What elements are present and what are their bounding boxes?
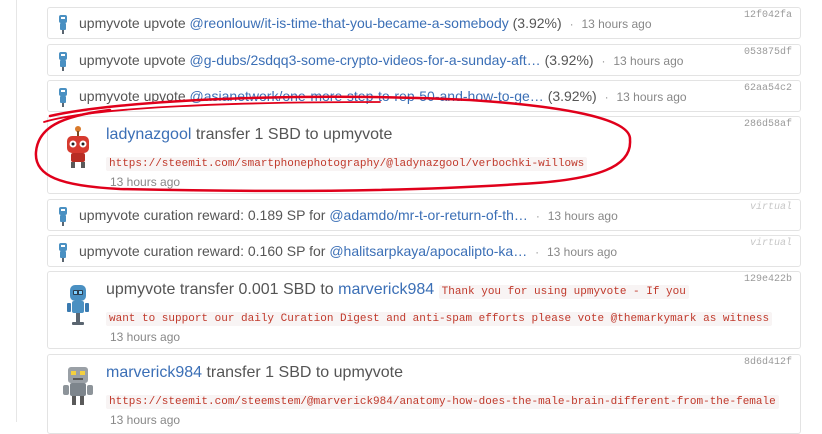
curation-text: curation reward: 0.160 SP for [143, 243, 326, 259]
list-item: upmyvote upvote @asianetwork/one-more-st… [47, 80, 801, 112]
timestamp[interactable]: 13 hours ago [110, 330, 180, 344]
robot-avatar-icon[interactable] [56, 50, 70, 72]
transfer-text: transfer 0.001 SBD to [179, 281, 334, 298]
timestamp[interactable]: 13 hours ago [613, 54, 683, 68]
sender-name[interactable]: upmyvote [106, 281, 175, 298]
sidebar-divider [16, 0, 17, 422]
post-link[interactable]: @g-dubs/2sdqq3-some-crypto-videos-for-a-… [190, 52, 541, 68]
vote-percent: (3.92%) [544, 52, 594, 68]
post-link[interactable]: @adamdo/mr-t-or-return-of-th… [329, 207, 528, 223]
transaction-id: virtual [749, 238, 792, 249]
timestamp[interactable]: 13 hours ago [110, 175, 180, 189]
transfer-memo: https://steemit.com/smartphonephotograph… [106, 157, 588, 171]
sender-link[interactable]: marverick984 [106, 364, 202, 381]
transfer-memo-continued: want to support our daily Curation Diges… [106, 312, 773, 326]
transfer-memo: Thank you for using upmyvote - If you [438, 285, 689, 299]
action-verb: upvote [143, 88, 186, 104]
timestamp[interactable]: 13 hours ago [581, 17, 651, 31]
list-item: upmyvote transfer 0.001 SBD to marverick… [47, 271, 801, 349]
list-item: upmyvote upvote @g-dubs/2sdqq3-some-cryp… [47, 44, 801, 76]
vote-percent: (3.92%) [547, 88, 597, 104]
timestamp[interactable]: 13 hours ago [547, 245, 617, 259]
list-item: ladynazgool transfer 1 SBD to upmyvote h… [47, 116, 801, 194]
timestamp[interactable]: 13 hours ago [110, 413, 180, 427]
vote-percent: (3.92%) [512, 15, 562, 31]
robot-avatar-icon[interactable] [56, 205, 70, 227]
recipient-link[interactable]: marverick984 [338, 281, 434, 298]
post-link[interactable]: @asianetwork/one-more-step-to-rep-50-and… [190, 88, 544, 104]
transaction-id[interactable]: 62aa54c2 [744, 83, 792, 94]
actor-name: upmyvote [79, 88, 140, 104]
transaction-id[interactable]: 8d6d412f [744, 357, 792, 368]
timestamp[interactable]: 13 hours ago [548, 209, 618, 223]
separator-dot: · [601, 54, 606, 68]
action-verb: upvote [143, 52, 186, 68]
transaction-id[interactable]: 12f042fa [744, 10, 792, 21]
post-link[interactable]: @halitsarpkaya/apocalipto-ka… [329, 243, 527, 259]
list-item: upmyvote curation reward: 0.189 SP for @… [47, 199, 801, 231]
transaction-id: virtual [749, 202, 792, 213]
transfer-memo: https://steemit.com/steemstem/@marverick… [106, 395, 779, 409]
curation-text: curation reward: 0.189 SP for [143, 207, 326, 223]
post-link[interactable]: @reonlouw/it-is-time-that-you-became-a-s… [190, 15, 509, 31]
separator-dot: · [569, 17, 574, 31]
transaction-id[interactable]: 053875df [744, 47, 792, 58]
actor-name: upmyvote [79, 52, 140, 68]
robot-avatar-icon[interactable] [56, 13, 70, 35]
robot-avatar-icon[interactable] [56, 241, 70, 263]
transfer-text: transfer 1 SBD to [195, 126, 319, 143]
robot-avatar-icon[interactable] [58, 282, 98, 326]
actor-name: upmyvote [79, 207, 140, 223]
list-item: marverick984 transfer 1 SBD to upmyvote … [47, 354, 801, 434]
transfer-text: transfer 1 SBD to [206, 364, 330, 381]
transaction-id[interactable]: 286d58af [744, 119, 792, 130]
actor-name: upmyvote [79, 15, 140, 31]
actor-name: upmyvote [79, 243, 140, 259]
recipient-name[interactable]: upmyvote [323, 126, 392, 143]
robot-avatar-icon[interactable] [58, 363, 98, 407]
sender-link[interactable]: ladynazgool [106, 126, 191, 143]
action-verb: upvote [143, 15, 186, 31]
transaction-id[interactable]: 129e422b [744, 274, 792, 285]
list-item: upmyvote upvote @reonlouw/it-is-time-tha… [47, 7, 801, 39]
list-item: upmyvote curation reward: 0.160 SP for @… [47, 235, 801, 267]
robot-avatar-icon[interactable] [56, 86, 70, 108]
recipient-name[interactable]: upmyvote [334, 364, 403, 381]
robot-avatar-icon[interactable] [58, 125, 98, 169]
separator-dot: · [535, 245, 540, 259]
separator-dot: · [535, 209, 540, 223]
separator-dot: · [604, 90, 609, 104]
timestamp[interactable]: 13 hours ago [617, 90, 687, 104]
